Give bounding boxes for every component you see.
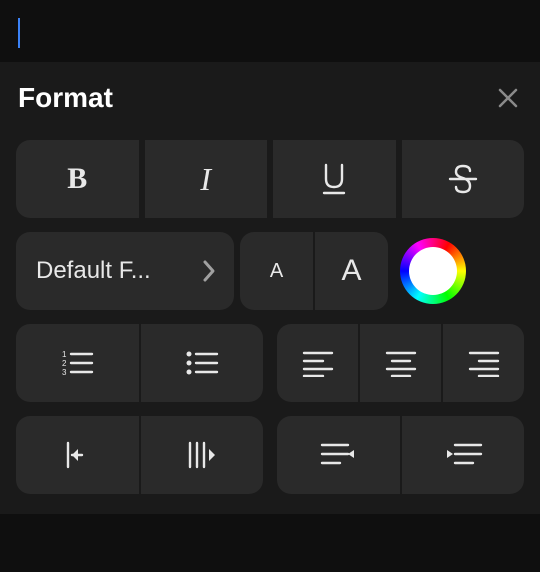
close-icon xyxy=(496,86,520,110)
chevron-right-icon xyxy=(202,259,216,283)
ltr-icon xyxy=(443,440,483,470)
svg-text:1: 1 xyxy=(62,350,67,359)
font-row: Default F... A A xyxy=(16,232,524,310)
rtl-button[interactable] xyxy=(277,416,400,494)
align-right-button[interactable] xyxy=(443,324,524,402)
ltr-button[interactable] xyxy=(402,416,525,494)
bold-button[interactable]: B xyxy=(16,140,139,218)
increase-indent-icon xyxy=(182,439,222,471)
text-color-button[interactable] xyxy=(394,232,472,310)
text-size-decrease[interactable]: A xyxy=(240,232,313,310)
direction-group xyxy=(277,416,524,494)
align-center-button[interactable] xyxy=(360,324,441,402)
editor-area[interactable] xyxy=(0,0,540,62)
indent-group xyxy=(16,416,263,494)
align-left-button[interactable] xyxy=(277,324,358,402)
align-right-icon xyxy=(467,349,501,377)
text-cursor xyxy=(18,18,20,48)
svg-text:3: 3 xyxy=(62,368,67,377)
numbered-list-button[interactable]: 1 2 3 xyxy=(16,324,139,402)
bullet-list-button[interactable] xyxy=(141,324,264,402)
italic-button[interactable]: I xyxy=(145,140,268,218)
close-button[interactable] xyxy=(494,84,522,112)
increase-indent-button[interactable] xyxy=(141,416,264,494)
text-size-group: A A xyxy=(240,232,388,310)
svg-text:2: 2 xyxy=(62,359,67,368)
bullet-list-icon xyxy=(183,348,221,378)
decrease-indent-icon xyxy=(58,439,96,471)
format-panel: Format B I Default F... A A xyxy=(0,62,540,514)
panel-title: Format xyxy=(18,82,113,114)
decrease-indent-button[interactable] xyxy=(16,416,139,494)
underline-button[interactable] xyxy=(273,140,396,218)
numbered-list-icon: 1 2 3 xyxy=(58,348,96,378)
list-align-row: 1 2 3 xyxy=(16,324,524,402)
color-wheel-icon xyxy=(400,238,466,304)
rtl-icon xyxy=(318,440,358,470)
list-group: 1 2 3 xyxy=(16,324,263,402)
align-group xyxy=(277,324,524,402)
underline-icon xyxy=(320,161,348,197)
panel-header: Format xyxy=(16,62,524,140)
strikethrough-icon xyxy=(448,163,478,195)
color-swatch xyxy=(409,247,457,295)
text-size-increase[interactable]: A xyxy=(315,232,388,310)
text-style-row: B I xyxy=(16,140,524,218)
indent-row xyxy=(16,416,524,494)
font-selector[interactable]: Default F... xyxy=(16,232,234,310)
align-left-icon xyxy=(301,349,335,377)
font-label: Default F... xyxy=(36,257,151,285)
strikethrough-button[interactable] xyxy=(402,140,525,218)
align-center-icon xyxy=(384,349,418,377)
